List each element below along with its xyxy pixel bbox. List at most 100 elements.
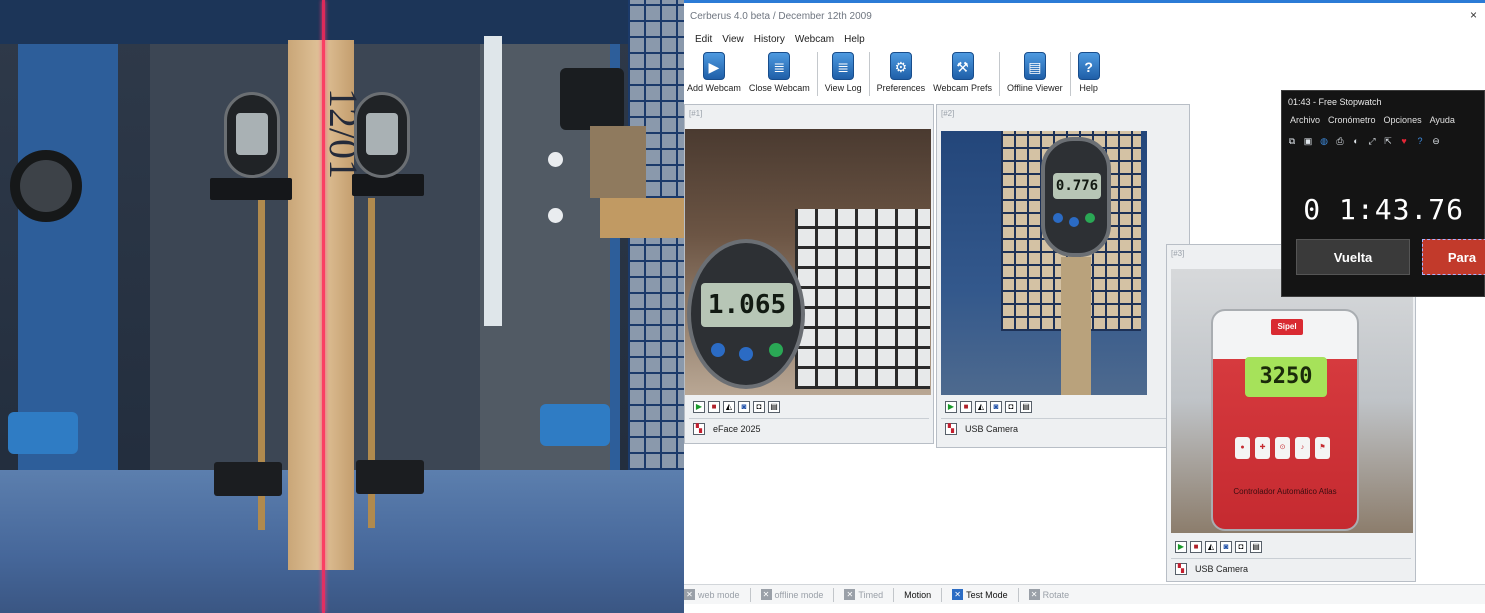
bolt-head xyxy=(548,152,563,167)
film-icon: ▤ xyxy=(1023,52,1046,80)
play-icon[interactable]: ▶ xyxy=(945,401,957,413)
menu-archivo[interactable]: Archivo xyxy=(1286,113,1324,129)
hydraulic-cylinder-left xyxy=(8,412,78,454)
menu-history[interactable]: History xyxy=(749,32,790,50)
snapshot-icon[interactable]: ◘ xyxy=(753,401,765,413)
toolbar-separator xyxy=(998,52,1000,96)
webcam-prefs-button[interactable]: ⚒ Webcam Prefs xyxy=(930,52,995,93)
record-icon[interactable]: ◙ xyxy=(990,401,1002,413)
dial-gauge-left xyxy=(224,92,280,178)
wooden-board xyxy=(600,198,684,238)
save-icon[interactable]: ▣ xyxy=(1302,135,1314,147)
play-icon[interactable]: ▶ xyxy=(693,401,705,413)
menu-cronometro[interactable]: Cronómetro xyxy=(1324,113,1380,129)
expand-icon[interactable]: ⤢ xyxy=(1366,135,1378,147)
camera-device-icon[interactable]: ▚ xyxy=(1175,563,1187,575)
offline-viewer-button[interactable]: ▤ Offline Viewer xyxy=(1004,52,1066,93)
mounted-camera xyxy=(560,68,624,130)
camera-row: ▚ USB Camera xyxy=(945,423,1018,435)
preferences-label: Preferences xyxy=(876,83,926,93)
properties-icon[interactable]: ▤ xyxy=(1020,401,1032,413)
camera-row: ▚ USB Camera xyxy=(1175,563,1248,575)
menu-view[interactable]: View xyxy=(717,32,749,50)
snapshot-icon[interactable]: ◘ xyxy=(1235,541,1247,553)
lap-button[interactable]: Vuelta xyxy=(1296,239,1410,275)
press-top-frame xyxy=(0,0,684,44)
panel-tag: [#3] xyxy=(1171,249,1185,258)
contrast-icon[interactable]: ◐ xyxy=(1350,135,1362,147)
help-button[interactable]: ? Help xyxy=(1075,52,1103,93)
stop-button[interactable]: Para xyxy=(1422,239,1485,275)
laser-line xyxy=(322,0,325,613)
camera-device-icon[interactable]: ▚ xyxy=(945,423,957,435)
camera-device-icon[interactable]: ▚ xyxy=(693,423,705,435)
print-icon[interactable]: ⎙ xyxy=(1334,135,1346,147)
offline-mode-toggle[interactable]: ✕ offline mode xyxy=(760,589,823,600)
gauge-readout: 1.065 xyxy=(701,283,793,327)
snapshot-icon[interactable]: ◘ xyxy=(1005,401,1017,413)
webcam-panel-2: [#2] 0.776 ▶ ■ ◭ ◙ ◘ ▤ ▚ USB Camera xyxy=(936,104,1190,448)
webcam-panel-1: [#1] 1.065 ▶ ■ ◭ ◙ ◘ ▤ ▚ eFace 2025 xyxy=(684,104,934,444)
stop-icon[interactable]: ■ xyxy=(960,401,972,413)
help-icon: ? xyxy=(1077,52,1100,80)
menu-ayuda[interactable]: Ayuda xyxy=(1426,113,1459,129)
bolt-head xyxy=(548,208,563,223)
test-mode-toggle[interactable]: ✕ Test Mode xyxy=(952,589,1008,600)
close-icon[interactable]: × xyxy=(1470,8,1477,22)
webcam-feed-2: 0.776 xyxy=(941,131,1147,395)
menu-edit[interactable]: Edit xyxy=(690,32,717,50)
globe-icon[interactable]: ◍ xyxy=(1318,135,1330,147)
close-webcam-button[interactable]: ≣ Close Webcam xyxy=(746,52,813,93)
toolbar-separator xyxy=(1069,52,1071,96)
rotate-toggle[interactable]: ✕ Rotate xyxy=(1028,589,1069,600)
toolbar-separator xyxy=(816,52,818,96)
properties-icon[interactable]: ▤ xyxy=(1250,541,1262,553)
play-icon[interactable]: ▶ xyxy=(1175,541,1187,553)
add-webcam-button[interactable]: ▶ Add Webcam xyxy=(684,52,744,93)
checkbox-x-icon: ✕ xyxy=(760,589,772,600)
web-mode-toggle[interactable]: ✕ web mode xyxy=(684,589,740,600)
record-icon[interactable]: ◙ xyxy=(738,401,750,413)
panel-controls: ▶ ■ ◭ ◙ ◘ ▤ xyxy=(945,401,1032,413)
window-title: Cerberus 4.0 beta / December 12th 2009 xyxy=(690,11,872,22)
heart-icon[interactable]: ♥ xyxy=(1398,135,1410,147)
lock-icon[interactable]: ◭ xyxy=(1205,541,1217,553)
panel-tag: [#2] xyxy=(941,109,955,118)
timed-toggle[interactable]: ✕ Timed xyxy=(844,589,883,600)
camera-row: ▚ eFace 2025 xyxy=(693,423,761,435)
minimize-icon[interactable]: ⊖ xyxy=(1430,135,1442,147)
cardboard-box xyxy=(590,126,646,198)
dial-gauge-right xyxy=(354,92,410,178)
dial-gauge: 1.065 xyxy=(687,239,805,389)
menu-help[interactable]: Help xyxy=(839,32,870,50)
clamp-left xyxy=(214,462,282,496)
menu-webcam[interactable]: Webcam xyxy=(790,32,839,50)
controller-label: Controlador Automático Atlas xyxy=(1233,487,1337,496)
camera-name: USB Camera xyxy=(1195,564,1249,574)
clamp-right xyxy=(356,460,424,494)
document-icon: ≣ xyxy=(768,52,791,80)
camera-name: USB Camera xyxy=(965,424,1019,434)
panel-tag: [#1] xyxy=(689,109,703,118)
help-icon[interactable]: ? xyxy=(1414,135,1426,147)
lock-icon[interactable]: ◭ xyxy=(975,401,987,413)
record-icon[interactable]: ◙ xyxy=(1220,541,1232,553)
cerberus-window: Cerberus 4.0 beta / December 12th 2009 ×… xyxy=(684,0,1485,613)
lock-icon[interactable]: ◭ xyxy=(723,401,735,413)
gauge-readout: 0.776 xyxy=(1053,173,1101,199)
feed-window xyxy=(795,209,930,389)
pulley-wheel xyxy=(10,150,82,222)
window-accent-line xyxy=(684,0,1485,3)
share-icon[interactable]: ⇱ xyxy=(1382,135,1394,147)
stopwatch-menu: Archivo Cronómetro Opciones Ayuda xyxy=(1282,113,1485,129)
view-log-button[interactable]: ≣ View Log xyxy=(822,52,865,93)
preferences-button[interactable]: ⚙ Preferences xyxy=(874,52,929,93)
webcam-prefs-label: Webcam Prefs xyxy=(933,83,992,93)
properties-icon[interactable]: ▤ xyxy=(768,401,780,413)
motion-toggle[interactable]: Motion xyxy=(904,590,931,600)
copy-icon[interactable]: ⧉ xyxy=(1286,135,1298,147)
stop-icon[interactable]: ■ xyxy=(708,401,720,413)
stop-icon[interactable]: ■ xyxy=(1190,541,1202,553)
menu-opciones[interactable]: Opciones xyxy=(1380,113,1426,129)
stopwatch-time: 0 1:43.76 xyxy=(1303,193,1464,226)
